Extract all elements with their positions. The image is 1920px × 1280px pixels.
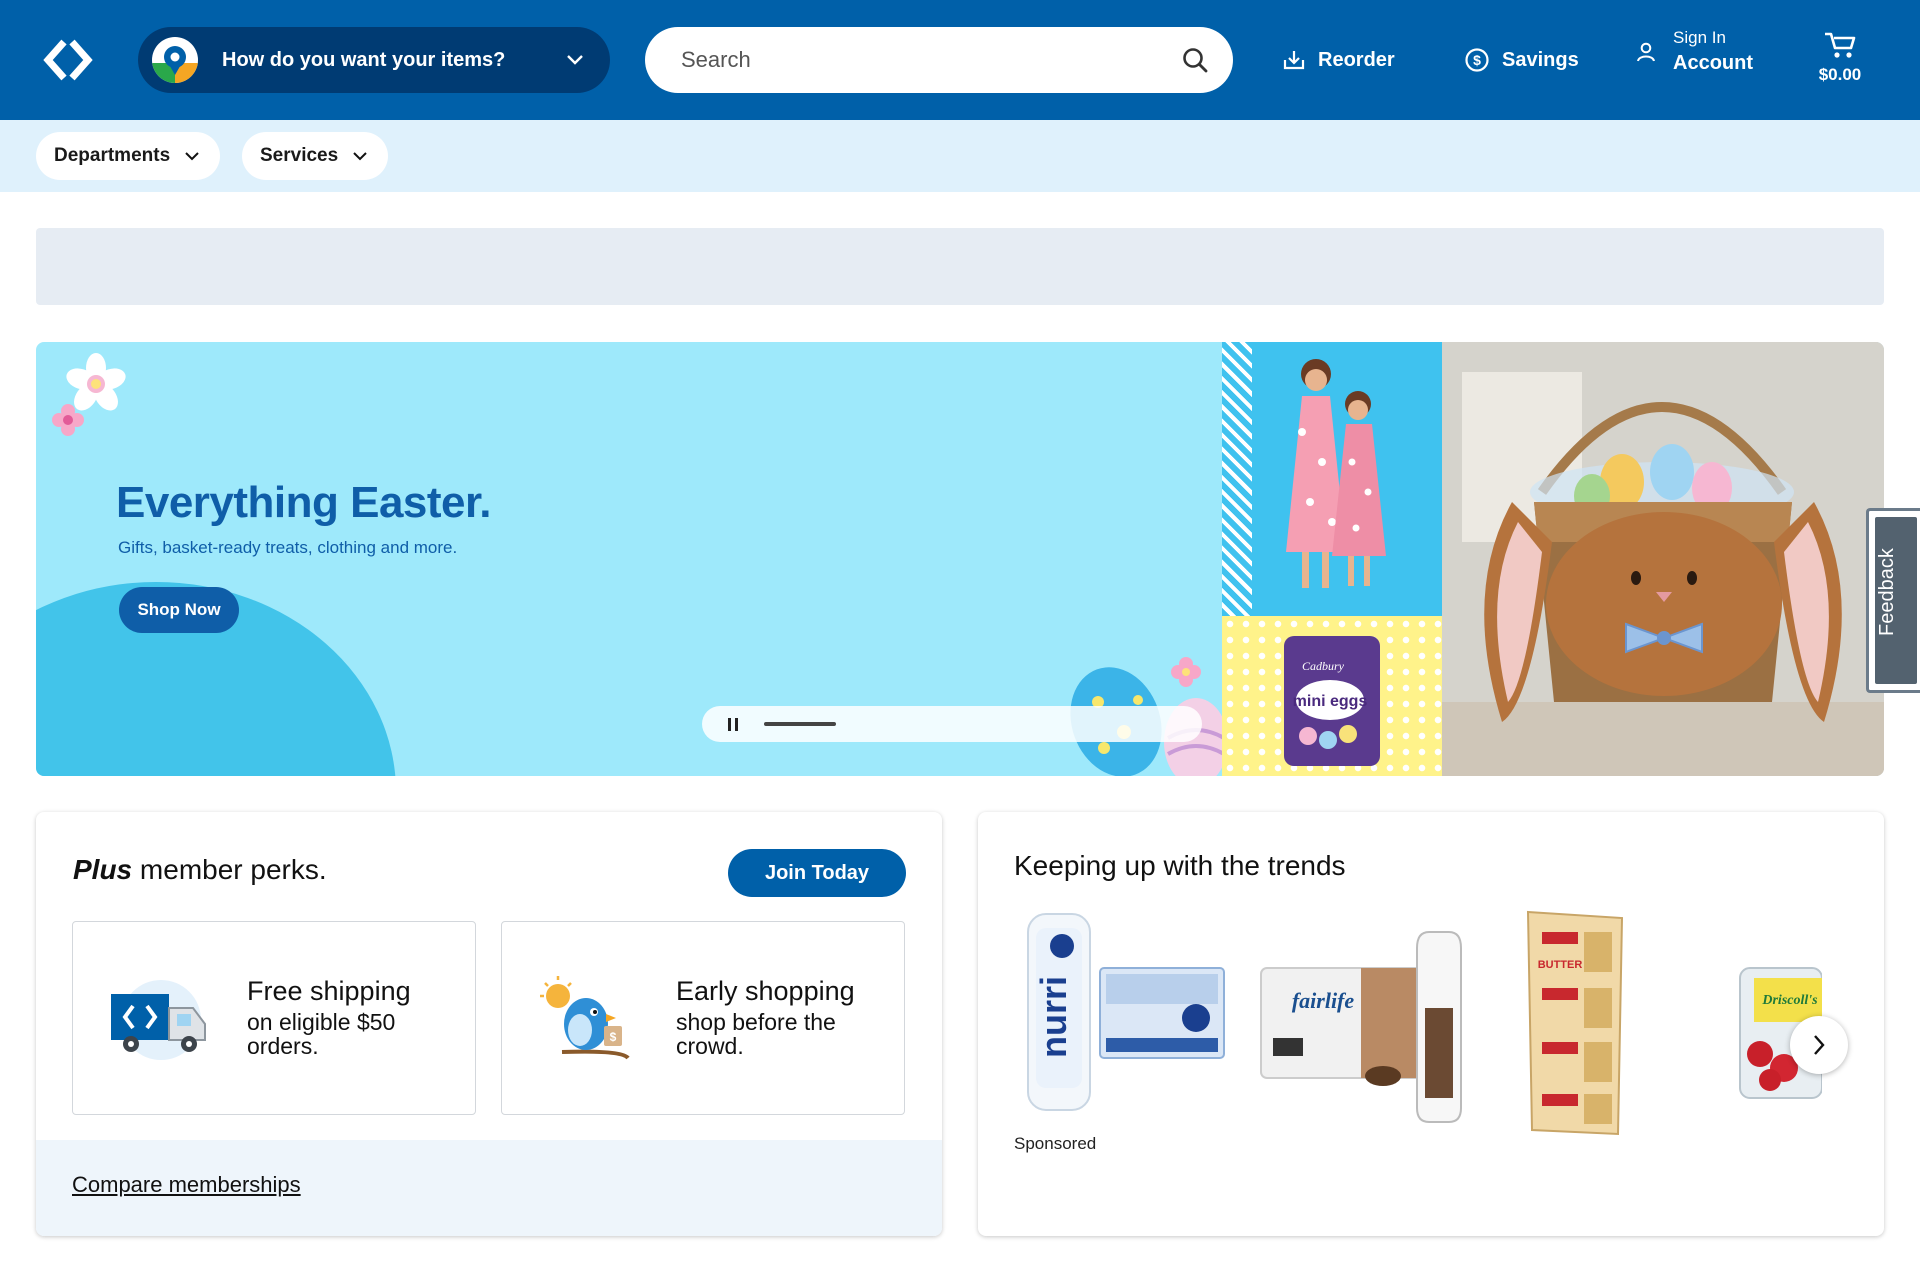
hero-title: Everything Easter. [116, 478, 491, 527]
fulfillment-label: How do you want your items? [222, 48, 506, 71]
compare-memberships-link[interactable]: Compare memberships [72, 1172, 301, 1198]
savings-label: Savings [1502, 48, 1579, 71]
flower-decoration-icon [52, 353, 126, 436]
account-label: Account [1673, 52, 1753, 74]
pause-icon[interactable] [728, 718, 740, 731]
account-button[interactable]: Sign In Account [1635, 28, 1753, 75]
feedback-tab[interactable]: Feedback [1866, 508, 1920, 693]
search-box[interactable] [645, 27, 1233, 93]
sponsored-label: Sponsored [1014, 1134, 1097, 1153]
trends-card: Keeping up with the trends nurri fairlif… [978, 812, 1884, 1236]
join-today-button[interactable]: Join Today [728, 849, 906, 897]
perk-description: on eligible $50 orders. [247, 1009, 396, 1059]
search-input[interactable] [681, 47, 1181, 73]
store-logo-icon[interactable] [40, 32, 96, 88]
hero-banner[interactable]: Everything Easter. Gifts, basket-ready t… [36, 342, 1884, 776]
carousel-progress[interactable] [764, 722, 836, 726]
plus-brand: Plus [73, 854, 133, 885]
cart-button[interactable]: $0.00 [1812, 30, 1868, 85]
departments-dropdown[interactable]: Departments [36, 132, 221, 180]
candy-name: mini eggs [1293, 693, 1368, 710]
location-pin-icon [152, 37, 198, 83]
chevron-right-icon [1814, 1035, 1825, 1055]
mini-eggs-candy-image: Cadbury mini eggs [1222, 616, 1442, 776]
perks-title: Plus member perks. [73, 854, 327, 886]
fairlife-protein-pack-image[interactable]: fairlife [1253, 908, 1473, 1138]
perk-description: shop before the crowd. [676, 1009, 836, 1059]
svg-text:$: $ [1473, 52, 1481, 68]
services-dropdown[interactable]: Services [242, 132, 389, 180]
perks-title-text: member perks. [132, 854, 327, 885]
chevron-down-icon [185, 152, 199, 161]
candy-brand: Cadbury [1302, 659, 1345, 673]
user-icon [1637, 42, 1655, 61]
search-icon[interactable] [1181, 46, 1209, 74]
cart-total: $0.00 [1818, 65, 1862, 84]
shop-now-button[interactable]: Shop Now [119, 587, 239, 633]
perk-early-shopping: $ Early shopping shop before the crowd. [501, 921, 905, 1115]
services-label: Services [260, 145, 339, 166]
loading-placeholder [36, 228, 1884, 305]
bunny-basket-image [1442, 342, 1884, 776]
reorder-icon [1283, 51, 1305, 70]
hero-subtitle: Gifts, basket-ready treats, clothing and… [118, 538, 458, 557]
chevron-down-icon [353, 152, 367, 161]
sign-in-label: Sign In [1673, 28, 1726, 47]
perks-footer: Compare memberships [36, 1140, 942, 1236]
delivery-truck-icon [111, 980, 206, 1060]
reorder-label: Reorder [1318, 48, 1395, 71]
trends-title: Keeping up with the trends [1014, 850, 1346, 881]
svg-text:$: $ [610, 1030, 617, 1044]
fulfillment-selector[interactable]: How do you want your items? [138, 27, 610, 93]
protein-shake-pack-image[interactable]: nurri [1014, 908, 1234, 1138]
dollar-circle-icon: $ [1465, 48, 1489, 72]
product-brand: BUTTER [1538, 959, 1583, 971]
departments-label: Departments [54, 145, 171, 166]
easter-dresses-image [1222, 342, 1442, 616]
product-brand: nurri [1033, 976, 1074, 1058]
early-bird-icon: $ [540, 976, 630, 1060]
product-brand: fairlife [1292, 988, 1355, 1013]
chevron-down-icon [567, 55, 583, 65]
perk-heading: Free shipping [247, 976, 411, 1006]
feedback-label: Feedback [1876, 548, 1898, 636]
top-header: How do you want your items? Reorder $ Sa… [0, 0, 1920, 120]
membership-perks-card: Plus member perks. Join Today Free shipp… [36, 812, 942, 1236]
butter-pack-image[interactable]: BUTTER [1492, 908, 1712, 1138]
secondary-nav: Departments Services [0, 120, 1920, 192]
carousel-next-button[interactable] [1790, 1016, 1848, 1074]
product-brand: Driscoll's [1761, 993, 1818, 1008]
perk-free-shipping: Free shipping on eligible $50 orders. [72, 921, 476, 1115]
reorder-button[interactable]: Reorder [1282, 0, 1395, 120]
cart-icon [1825, 32, 1856, 58]
perk-heading: Early shopping [676, 976, 855, 1006]
savings-button[interactable]: $ Savings [1464, 0, 1579, 120]
carousel-controls [702, 706, 1202, 742]
